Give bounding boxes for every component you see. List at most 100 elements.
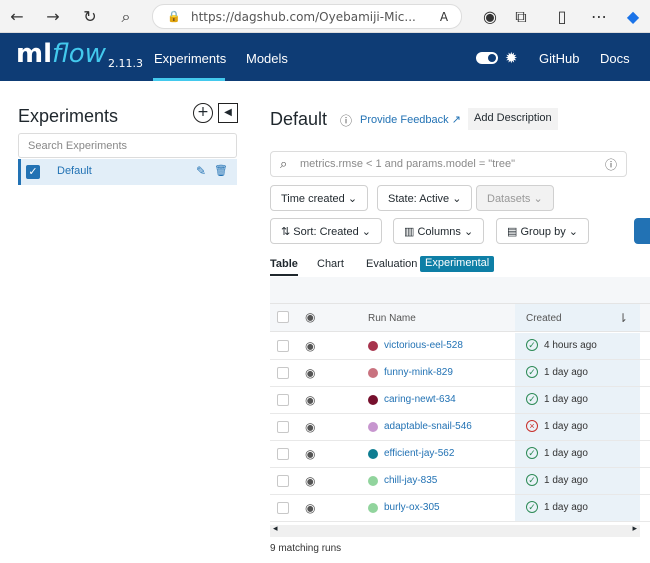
edit-icon[interactable]: ✎ xyxy=(196,164,206,178)
chevron-down-icon: ⌄ xyxy=(568,226,578,238)
nav-github[interactable]: GitHub xyxy=(539,51,579,66)
forward-icon[interactable]: → xyxy=(44,8,62,26)
extension-icon[interactable]: ◉ xyxy=(481,8,499,26)
scroll-right-icon[interactable]: ▸ xyxy=(632,524,637,534)
run-name-link[interactable]: efficient-jay-562 xyxy=(384,448,454,459)
run-color-dot xyxy=(368,476,378,486)
row-checkbox[interactable] xyxy=(277,421,289,433)
run-name-link[interactable]: adaptable-snail-546 xyxy=(384,421,472,432)
row-checkbox[interactable] xyxy=(277,340,289,352)
run-color-dot xyxy=(368,449,378,459)
tab-evaluation[interactable]: Evaluation xyxy=(366,258,417,270)
table-row: ◉ funny-mink-829 ✓ 1 day ago xyxy=(270,360,650,387)
row-checkbox[interactable] xyxy=(277,394,289,406)
run-name-link[interactable]: funny-mink-829 xyxy=(384,367,453,378)
eye-icon[interactable]: ◉ xyxy=(305,474,315,488)
status-success-icon: ✓ xyxy=(526,447,538,459)
horizontal-scrollbar[interactable]: ◂ ▸ xyxy=(270,524,640,537)
nav-docs[interactable]: Docs xyxy=(600,51,630,66)
url-text: https://dagshub.com/Oyebamiji-Mic... xyxy=(191,10,416,24)
lock-icon: 🔒 xyxy=(167,10,181,23)
status-success-icon: ✓ xyxy=(526,366,538,378)
created-time: 4 hours ago xyxy=(544,340,597,351)
state-dropdown[interactable]: State: Active ⌄ xyxy=(377,185,473,211)
scroll-left-icon[interactable]: ◂ xyxy=(273,524,278,534)
sort-dropdown[interactable]: ⇅ Sort: Created ⌄ xyxy=(270,218,382,244)
eye-icon[interactable]: ◉ xyxy=(305,393,315,407)
experiment-checkbox[interactable]: ✓ xyxy=(26,165,40,179)
row-checkbox[interactable] xyxy=(277,367,289,379)
add-description-button[interactable]: Add Description xyxy=(468,108,558,130)
split-screen-icon[interactable]: ▯ xyxy=(553,8,571,26)
time-created-dropdown[interactable]: Time created ⌄ xyxy=(270,185,369,211)
back-icon[interactable]: ← xyxy=(8,8,26,26)
sort-icon: ⇅ xyxy=(281,226,291,238)
run-name-link[interactable]: chill-jay-835 xyxy=(384,475,437,486)
theme-toggle[interactable] xyxy=(476,52,498,64)
created-header[interactable]: Created xyxy=(526,313,562,324)
table-row: ◉ burly-ox-305 ✓ 1 day ago xyxy=(270,495,650,522)
table-row: ◉ victorious-eel-528 ✓ 4 hours ago xyxy=(270,333,650,360)
eye-icon[interactable]: ◉ xyxy=(305,310,315,324)
tab-chart[interactable]: Chart xyxy=(317,258,344,270)
read-aloud-icon[interactable]: A xyxy=(435,8,453,26)
sort-desc-icon[interactable]: ⇂ xyxy=(618,311,628,325)
created-time: 1 day ago xyxy=(544,475,588,486)
experiment-item-default[interactable]: ✓ Default ✎ 🗑 xyxy=(18,159,237,185)
eye-icon[interactable]: ◉ xyxy=(305,447,315,461)
info-icon[interactable]: ⓘ xyxy=(605,156,617,173)
table-row: ◉ adaptable-snail-546 × 1 day ago xyxy=(270,414,650,441)
eye-icon[interactable]: ◉ xyxy=(305,366,315,380)
run-name-link[interactable]: burly-ox-305 xyxy=(384,502,440,513)
status-success-icon: ✓ xyxy=(526,393,538,405)
search-runs-input[interactable]: ⌕ metrics.rmse < 1 and params.model = "t… xyxy=(270,151,627,177)
experimental-badge: Experimental xyxy=(420,256,495,272)
runs-table: ◉ Run Name Created ⇂ ◉ victorious-eel-528… xyxy=(270,277,650,545)
row-checkbox[interactable] xyxy=(277,448,289,460)
experiments-sidebar: Experiments + ◀ Search Experiments ✓ Def… xyxy=(0,81,250,563)
columns-dropdown[interactable]: ▥ Columns ⌄ xyxy=(393,218,485,244)
run-name-link[interactable]: victorious-eel-528 xyxy=(384,340,463,351)
eye-icon[interactable]: ◉ xyxy=(305,501,315,515)
run-name-header[interactable]: Run Name xyxy=(368,313,416,324)
add-experiment-icon[interactable]: + xyxy=(193,103,213,123)
new-run-button[interactable] xyxy=(634,218,650,244)
search-experiments-input[interactable]: Search Experiments xyxy=(18,133,237,158)
group-by-dropdown[interactable]: ▤ Group by ⌄ xyxy=(496,218,589,244)
nav-experiments[interactable]: Experiments xyxy=(154,51,226,66)
eye-icon[interactable]: ◉ xyxy=(305,339,315,353)
created-time: 1 day ago xyxy=(544,394,588,405)
chevron-down-icon: ⌄ xyxy=(463,226,474,238)
datasets-dropdown: Datasets ⌄ xyxy=(476,185,554,211)
eye-icon[interactable]: ◉ xyxy=(305,420,315,434)
run-name-link[interactable]: caring-newt-634 xyxy=(384,394,456,405)
chevron-down-icon: ⌄ xyxy=(347,193,358,205)
feedback-link[interactable]: Provide Feedback ↗ xyxy=(360,113,461,126)
row-checkbox[interactable] xyxy=(277,502,289,514)
tab-table[interactable]: Table xyxy=(270,258,298,276)
collapse-sidebar-icon[interactable]: ◀ xyxy=(218,103,238,123)
more-icon[interactable]: ⋯ xyxy=(590,8,608,26)
created-time: 1 day ago xyxy=(544,367,588,378)
version-label: 2.11.3 xyxy=(108,57,143,70)
row-checkbox[interactable] xyxy=(277,475,289,487)
address-bar[interactable]: 🔒 https://dagshub.com/Oyebamiji-Mic... xyxy=(152,4,462,29)
status-success-icon: ✓ xyxy=(526,501,538,513)
refresh-icon[interactable]: ↻ xyxy=(81,8,99,26)
mlflow-logo[interactable]: mlflow xyxy=(16,39,106,69)
search-icon[interactable]: ⌕ xyxy=(117,8,135,26)
main-panel: Default ⓘ Provide Feedback ↗ Add Descrip… xyxy=(260,81,650,563)
sidebar-title: Experiments xyxy=(18,106,119,126)
copilot-icon[interactable]: ◆ xyxy=(624,8,642,26)
search-placeholder: metrics.rmse < 1 and params.model = "tre… xyxy=(300,158,516,170)
select-all-checkbox[interactable] xyxy=(277,311,289,323)
status-success-icon: ✓ xyxy=(526,474,538,486)
matching-runs-count: 9 matching runs xyxy=(270,543,342,554)
settings-icon[interactable]: ✹ xyxy=(505,49,518,67)
experiment-label: Default xyxy=(57,165,92,177)
puzzle-icon[interactable]: ⧉ xyxy=(512,8,530,26)
delete-icon[interactable]: 🗑 xyxy=(214,164,228,177)
nav-models[interactable]: Models xyxy=(246,51,288,66)
table-row: ◉ efficient-jay-562 ✓ 1 day ago xyxy=(270,441,650,468)
info-icon[interactable]: ⓘ xyxy=(340,112,352,129)
